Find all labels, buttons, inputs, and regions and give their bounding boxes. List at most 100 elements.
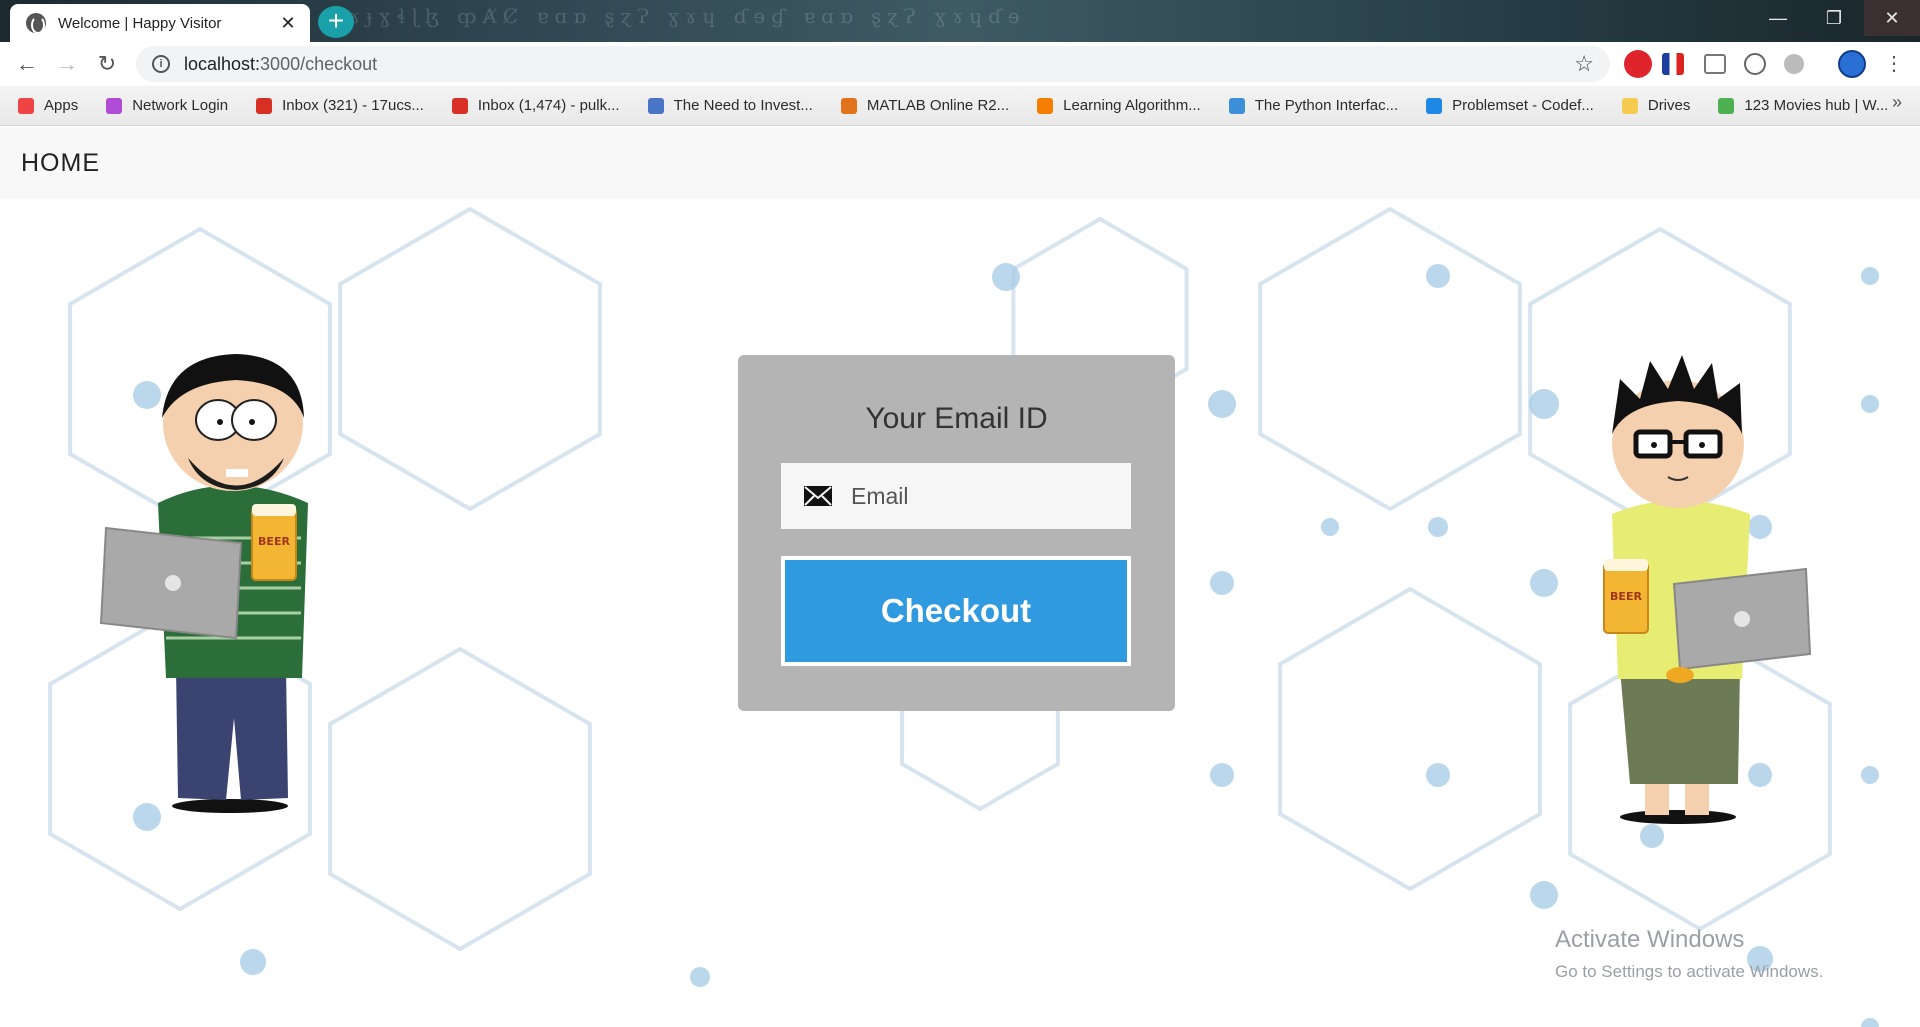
cast-icon[interactable] [1704, 54, 1726, 74]
bookmark-label: Drives [1647, 97, 1691, 114]
tab-title: Welcome | Happy Visitor [58, 14, 222, 32]
browser-tab-active[interactable]: Welcome | Happy Visitor ✕ [10, 4, 310, 42]
play-icon [1718, 97, 1735, 114]
back-arrow-icon[interactable]: ← [7, 44, 47, 84]
folder-icon [1621, 97, 1638, 114]
gmail-icon [256, 97, 273, 114]
email-input[interactable] [851, 482, 1111, 510]
new-tab-button[interactable]: + [318, 6, 354, 38]
bookmarks-bar: Apps Network Login Inbox (321) - 17ucs... I… [0, 86, 1920, 126]
url-host: localhost: [184, 53, 261, 74]
network-dot [1861, 1018, 1879, 1027]
matlab-icon [840, 97, 857, 114]
bookmark-item[interactable]: The Need to Invest... [647, 97, 813, 114]
bars-chart-icon [1426, 97, 1443, 114]
bookmark-item[interactable]: Drives [1621, 97, 1691, 114]
beer-label: BEER [258, 535, 290, 548]
network-dot [1861, 395, 1879, 413]
apple-logo-icon [1734, 611, 1750, 627]
form-heading: Your Email ID [865, 402, 1048, 435]
hexagon-outline [338, 206, 602, 512]
bookmark-label: Inbox (1,474) - pulk... [477, 97, 620, 114]
minimize-button[interactable]: — [1750, 0, 1806, 36]
checkout-button[interactable]: Checkout [785, 560, 1127, 662]
activate-windows-watermark: Activate Windows Go to Settings to activ… [1555, 926, 1823, 982]
envelope-icon [804, 486, 832, 506]
network-dot [240, 949, 266, 975]
network-dot [1426, 264, 1450, 288]
globe-icon [26, 13, 46, 34]
network-dot [1210, 763, 1234, 787]
hexagon-outline [328, 646, 592, 952]
watermark-subtitle: Go to Settings to activate Windows. [1555, 962, 1824, 981]
bookmark-item[interactable]: Problemset - Codef... [1426, 97, 1594, 114]
bookmark-label: MATLAB Online R2... [866, 97, 1010, 114]
vpn-extension-icon[interactable] [1744, 53, 1766, 75]
bookmark-item[interactable]: Inbox (321) - 17ucs... [256, 97, 424, 114]
bookmark-label: Network Login [132, 97, 229, 114]
bookmark-label: The Python Interfac... [1254, 97, 1399, 114]
beer-label: BEER [1610, 590, 1642, 603]
bookmark-item[interactable]: Learning Algorithm... [1037, 97, 1201, 114]
chrome-menu-icon[interactable]: ⋮ [1874, 44, 1914, 84]
bookmark-label: Problemset - Codef... [1452, 97, 1594, 114]
browser-toolbar: ← → ↻ i localhost: 3000/checkout ☆ ⋮ [0, 42, 1920, 86]
bookmark-label: 123 Movies hub | W... [1744, 97, 1889, 114]
bookmark-label: Learning Algorithm... [1063, 97, 1201, 114]
network-dot [1861, 766, 1879, 784]
close-window-button[interactable]: ✕ [1864, 0, 1920, 36]
opera-extension-icon[interactable] [1624, 50, 1652, 78]
network-dot [1529, 389, 1559, 419]
network-dot [1530, 881, 1558, 909]
restore-button[interactable]: ❐ [1806, 0, 1862, 36]
apple-logo-icon [165, 575, 181, 591]
web-page: HOME BEER BEER Your Email ID Email Check… [0, 127, 1920, 1027]
bookmark-item[interactable]: Network Login [106, 97, 228, 114]
bookmark-label: The Need to Invest... [673, 97, 813, 114]
browser-titlebar: ɥɤɟɣɬɭɮ ȹȺȻ ɐɑɒ ȿɀɁ ɣɤɥ ɗɘɠ ɐɑɒ ȿɀɁ ɣɤɥɗ… [0, 0, 1920, 42]
forward-arrow-icon[interactable]: → [47, 44, 87, 84]
network-dot [1428, 517, 1448, 537]
flag-extension-icon[interactable] [1662, 53, 1684, 75]
bookmark-label: Inbox (321) - 17ucs... [282, 97, 424, 114]
network-dot [1210, 571, 1234, 595]
address-bar[interactable]: i localhost: 3000/checkout ☆ [136, 46, 1610, 82]
shield-v-icon [647, 97, 664, 114]
site-info-icon[interactable]: i [152, 55, 170, 73]
checkout-button-frame: Checkout [781, 556, 1131, 666]
email-field-wrapper [781, 463, 1131, 529]
network-dot [1530, 569, 1558, 597]
titlebar-theme-texture: ɥɤɟɣɬɭɮ ȹȺȻ ɐɑɒ ȿɀɁ ɣɤɥ ɗɘɠ ɐɑɒ ȿɀɁ ɣɤɥɗ… [330, 4, 1026, 28]
bookmark-item[interactable]: The Python Interfac... [1228, 97, 1399, 114]
network-dot [1426, 763, 1450, 787]
network-dot [992, 263, 1020, 291]
network-dot [1321, 518, 1339, 536]
bookmark-item[interactable]: 123 Movies hub | W... [1718, 97, 1888, 114]
bookmark-item[interactable]: Inbox (1,474) - pulk... [451, 97, 620, 114]
tab-close-icon[interactable]: ✕ [278, 13, 298, 34]
network-dot [1861, 267, 1879, 285]
bookmarks-overflow-icon[interactable]: » [1892, 92, 1902, 113]
bookmark-item[interactable]: MATLAB Online R2... [840, 97, 1010, 114]
profile-avatar[interactable] [1838, 50, 1866, 78]
bookmark-star-icon[interactable]: ☆ [1574, 51, 1594, 77]
site-navbar: HOME [0, 127, 1920, 199]
home-link[interactable]: HOME [21, 149, 100, 178]
shield-icon [1228, 97, 1245, 114]
apps-grid-icon [18, 97, 34, 114]
network-dot [1208, 390, 1236, 418]
left-character: BEER [99, 354, 308, 813]
hexagon-outline [1258, 206, 1522, 512]
gmail-icon [451, 97, 468, 114]
blogger-icon [1037, 97, 1054, 114]
network-dot [690, 967, 710, 987]
umbrella-icon [106, 97, 123, 114]
watermark-title: Activate Windows [1555, 926, 1745, 953]
hexagon-outline [1278, 586, 1542, 892]
checkout-card: Your Email ID Checkout [738, 355, 1175, 711]
bookmark-item[interactable]: Apps [18, 97, 78, 114]
right-character: BEER [1603, 355, 1812, 824]
reload-icon[interactable]: ↻ [87, 44, 127, 84]
extension-icon[interactable] [1784, 54, 1804, 74]
url-path: 3000/checkout [260, 53, 378, 74]
